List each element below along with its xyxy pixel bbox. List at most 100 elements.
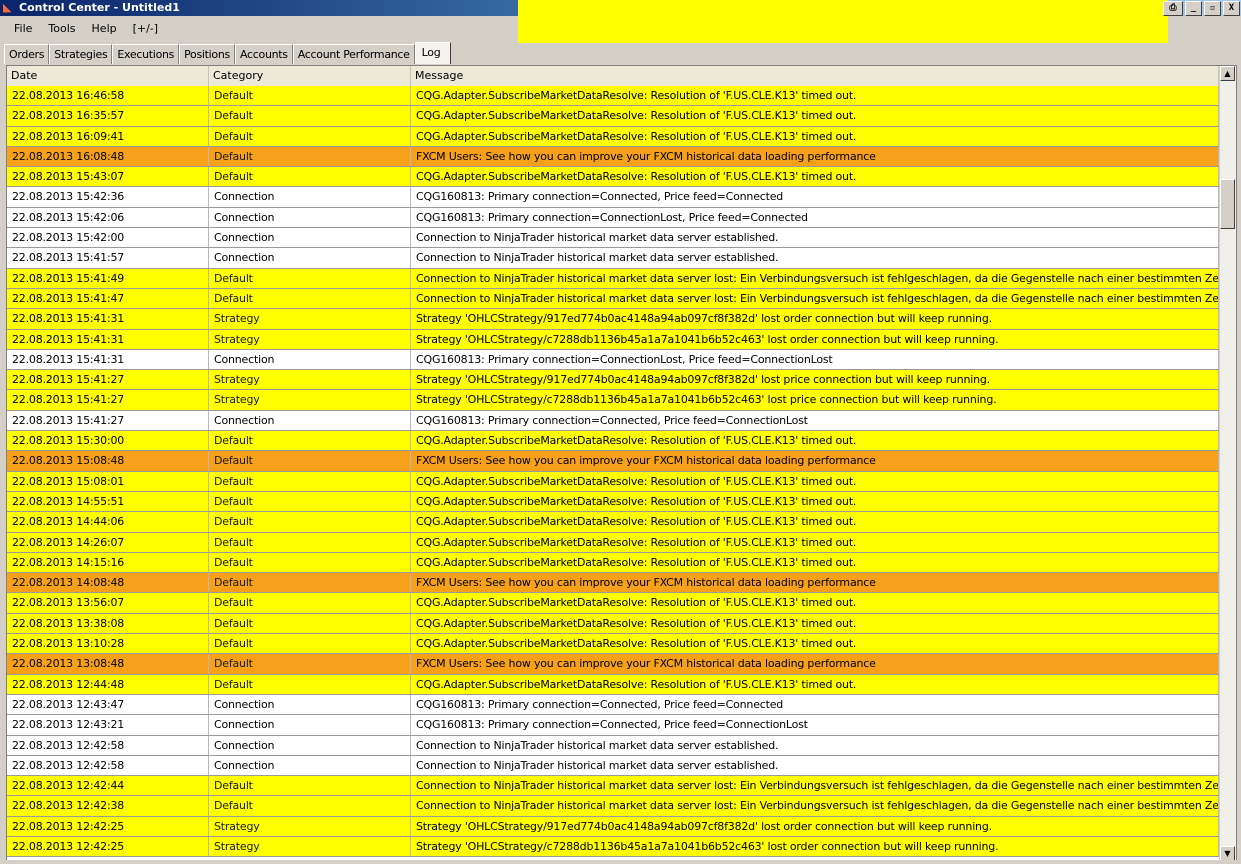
table-row[interactable]: 22.08.2013 14:08:48 Default FXCM Users: Se… <box>7 573 1219 594</box>
table-row[interactable]: 22.08.2013 12:42:25 Strategy Strategy 'OHL… <box>7 836 1219 858</box>
column-header-category[interactable]: Category <box>209 66 411 86</box>
scroll-thumb[interactable] <box>1220 179 1235 229</box>
table-row[interactable]: 22.08.2013 12:43:21 Connection CQG160813: … <box>7 715 1219 736</box>
cell-category: Default <box>209 613 411 634</box>
table-row[interactable]: 22.08.2013 16:46:58 Default CQG.Adapter.Su… <box>7 86 1219 107</box>
cell-category: Default <box>209 512 411 532</box>
cell-date: 22.08.2013 12:43:47 <box>7 694 209 715</box>
tab-account-performance[interactable]: Account Performance <box>292 44 415 64</box>
table-row[interactable]: 22.08.2013 15:30:00 Default CQG.Adapter.Su… <box>7 431 1219 452</box>
cell-message: Connection to NinjaTrader historical mar… <box>411 248 1219 268</box>
cell-date: 22.08.2013 13:38:08 <box>7 613 209 634</box>
cell-category: Default <box>209 552 411 573</box>
cell-message: Connection to NinjaTrader historical mar… <box>411 735 1219 755</box>
table-row[interactable]: 22.08.2013 15:41:31 Connection CQG160813: … <box>7 349 1219 371</box>
scroll-up-icon[interactable]: ▲ <box>1220 66 1235 81</box>
cell-date: 22.08.2013 15:08:01 <box>7 471 209 491</box>
print-icon[interactable]: ⎙ <box>1163 1 1183 16</box>
cell-category: Connection <box>209 694 411 715</box>
table-row[interactable]: 22.08.2013 16:35:57 Default CQG.Adapter.Su… <box>7 106 1219 127</box>
cell-date: 22.08.2013 12:42:25 <box>7 836 209 857</box>
table-row[interactable]: 22.08.2013 13:08:48 Default FXCM Users: Se… <box>7 654 1219 675</box>
cell-date: 22.08.2013 13:08:48 <box>7 654 209 674</box>
cell-date: 22.08.2013 16:46:58 <box>7 86 209 106</box>
tab-accounts[interactable]: Accounts <box>234 44 293 64</box>
table-row[interactable]: 22.08.2013 15:42:36 Connection CQG160813: … <box>7 187 1219 208</box>
cell-category: Default <box>209 288 411 309</box>
table-row[interactable]: 22.08.2013 16:08:48 Default FXCM Users: Se… <box>7 146 1219 168</box>
cell-date: 22.08.2013 15:42:06 <box>7 207 209 228</box>
cell-category: Strategy <box>209 309 411 329</box>
cell-date: 22.08.2013 15:41:31 <box>7 309 209 329</box>
table-row[interactable]: 22.08.2013 15:08:48 Default FXCM Users: Se… <box>7 451 1219 472</box>
menu-help[interactable]: Help <box>84 17 125 41</box>
cell-date: 22.08.2013 15:08:48 <box>7 451 209 471</box>
cell-message: CQG160813: Primary connection=Connected,… <box>411 715 1219 735</box>
tab-log[interactable]: Log <box>414 42 452 64</box>
table-row[interactable]: 22.08.2013 15:42:06 Connection CQG160813: … <box>7 207 1219 229</box>
table-row[interactable]: 22.08.2013 15:41:31 Strategy Strategy 'OHL… <box>7 309 1219 330</box>
window-bottom-edge <box>0 860 1241 864</box>
cell-message: Strategy 'OHLCStrategy/917ed774b0ac4148a… <box>411 816 1219 836</box>
table-row[interactable]: 22.08.2013 15:41:57 Connection Connection … <box>7 248 1219 269</box>
table-row[interactable]: 22.08.2013 13:38:08 Default CQG.Adapter.Su… <box>7 613 1219 635</box>
cell-date: 22.08.2013 15:41:57 <box>7 248 209 268</box>
menu-tools[interactable]: Tools <box>40 17 83 41</box>
table-row[interactable]: 22.08.2013 12:42:58 Connection Connection … <box>7 755 1219 777</box>
minimize-button[interactable]: _ <box>1185 1 1202 16</box>
table-row[interactable]: 22.08.2013 16:09:41 Default CQG.Adapter.Su… <box>7 126 1219 147</box>
cell-category: Connection <box>209 715 411 735</box>
table-row[interactable]: 22.08.2013 13:10:28 Default CQG.Adapter.Su… <box>7 634 1219 655</box>
table-row[interactable]: 22.08.2013 12:42:25 Strategy Strategy 'OHL… <box>7 816 1219 837</box>
table-row[interactable]: 22.08.2013 15:41:27 Strategy Strategy 'OHL… <box>7 370 1219 391</box>
tab-positions[interactable]: Positions <box>179 44 235 64</box>
table-row[interactable]: 22.08.2013 15:41:47 Default Connection to … <box>7 288 1219 310</box>
cell-category: Default <box>209 146 411 167</box>
tab-strategies[interactable]: Strategies <box>49 44 113 64</box>
table-row[interactable]: 22.08.2013 13:56:07 Default CQG.Adapter.Su… <box>7 593 1219 614</box>
table-row[interactable]: 22.08.2013 15:08:01 Default CQG.Adapter.Su… <box>7 471 1219 492</box>
tab-orders[interactable]: Orders <box>4 44 50 64</box>
close-button[interactable]: X <box>1223 1 1240 16</box>
table-row[interactable]: 22.08.2013 14:44:06 Default CQG.Adapter.Su… <box>7 512 1219 533</box>
cell-date: 22.08.2013 14:26:07 <box>7 532 209 552</box>
vertical-scrollbar[interactable]: ▲ ▼ <box>1219 66 1236 861</box>
table-row[interactable]: 22.08.2013 15:43:07 Default CQG.Adapter.Su… <box>7 167 1219 188</box>
cell-category: Default <box>209 634 411 654</box>
cell-message: Connection to NinjaTrader historical mar… <box>411 228 1219 248</box>
maximize-button[interactable]: ▫ <box>1204 1 1221 16</box>
cell-category: Connection <box>209 735 411 755</box>
cell-category: Connection <box>209 410 411 431</box>
table-row[interactable]: 22.08.2013 15:41:49 Default Connection to … <box>7 268 1219 289</box>
cell-message: FXCM Users: See how you can improve your… <box>411 146 1219 167</box>
cell-date: 22.08.2013 15:42:00 <box>7 228 209 248</box>
table-row[interactable]: 22.08.2013 12:43:47 Connection CQG160813: … <box>7 694 1219 716</box>
scroll-down-icon[interactable]: ▼ <box>1220 846 1235 861</box>
cell-message: Strategy 'OHLCStrategy/917ed774b0ac4148a… <box>411 309 1219 329</box>
cell-message: CQG.Adapter.SubscribeMarketDataResolve: … <box>411 552 1219 573</box>
table-row[interactable]: 22.08.2013 15:41:31 Strategy Strategy 'OHL… <box>7 329 1219 350</box>
table-row[interactable]: 22.08.2013 12:42:38 Default Connection to … <box>7 796 1219 817</box>
tab-executions[interactable]: Executions <box>112 44 180 64</box>
cell-category: Connection <box>209 207 411 228</box>
column-header-message[interactable]: Message <box>411 66 1219 86</box>
table-row[interactable]: 22.08.2013 12:42:44 Default Connection to … <box>7 776 1219 797</box>
table-row[interactable]: 22.08.2013 14:55:51 Default CQG.Adapter.Su… <box>7 491 1219 513</box>
cell-date: 22.08.2013 13:56:07 <box>7 593 209 613</box>
table-row[interactable]: 22.08.2013 15:41:27 Strategy Strategy 'OHL… <box>7 390 1219 411</box>
menu-file[interactable]: File <box>0 17 40 41</box>
cell-message: CQG.Adapter.SubscribeMarketDataResolve: … <box>411 532 1219 552</box>
app-icon: ◣ <box>3 1 12 14</box>
column-header-date[interactable]: Date <box>7 66 209 86</box>
table-row[interactable]: 22.08.2013 12:44:48 Default CQG.Adapter.Su… <box>7 674 1219 695</box>
cell-date: 22.08.2013 15:41:27 <box>7 410 209 431</box>
cell-date: 22.08.2013 15:41:49 <box>7 268 209 288</box>
cell-date: 22.08.2013 15:43:07 <box>7 167 209 187</box>
table-row[interactable]: 22.08.2013 15:41:27 Connection CQG160813: … <box>7 410 1219 432</box>
table-row[interactable]: 22.08.2013 12:42:58 Connection Connection … <box>7 735 1219 756</box>
table-row[interactable]: 22.08.2013 14:15:16 Default CQG.Adapter.Su… <box>7 552 1219 574</box>
menu-toggle[interactable]: [+/-] <box>125 17 166 41</box>
table-row[interactable]: 22.08.2013 14:26:07 Default CQG.Adapter.Su… <box>7 532 1219 553</box>
cell-message: CQG.Adapter.SubscribeMarketDataResolve: … <box>411 126 1219 146</box>
table-row[interactable]: 22.08.2013 15:42:00 Connection Connection … <box>7 228 1219 249</box>
